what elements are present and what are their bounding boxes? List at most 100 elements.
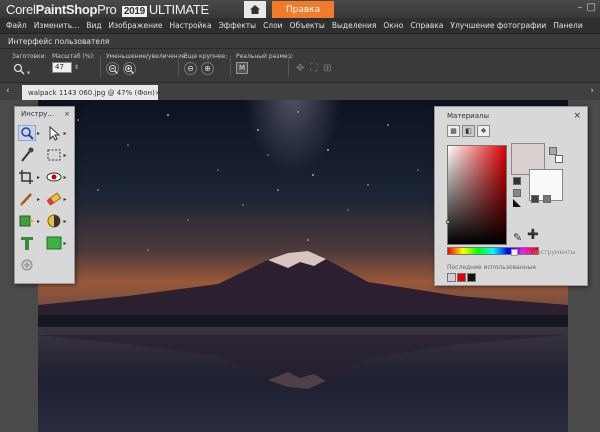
recent-color-swatch[interactable]: [447, 273, 456, 282]
reset-colors-icon[interactable]: [555, 155, 563, 163]
tools-palette-close-icon[interactable]: ×: [64, 110, 70, 118]
eye-icon: [46, 172, 61, 182]
rainbow-tab-icon[interactable]: ◧: [462, 125, 475, 137]
zoom-label: Масштаб (%):: [52, 53, 95, 60]
title-bar: CorelPaintShopPro 2019 ULTIMATE Правка – …: [0, 0, 600, 18]
menu-photo-enhance[interactable]: Улучшение фотографии: [450, 21, 546, 30]
frame-tab-icon[interactable]: ▦: [447, 125, 460, 137]
script-icon: [21, 259, 33, 271]
menu-objects[interactable]: Объекты: [290, 21, 325, 30]
crop-tool[interactable]: ▸: [18, 169, 45, 185]
tools-palette[interactable]: Инстру... × ▸ ▸ ▸ ▸ ▸ ▸ ▸ ▸ ▸ ▸: [14, 106, 75, 284]
all-tools-checkbox-box[interactable]: [511, 249, 518, 256]
separator: [100, 55, 101, 77]
presets-group: Заготовки: ▾: [12, 53, 47, 77]
dropper-icon: [21, 147, 34, 162]
actual-size-button[interactable]: M: [236, 62, 248, 74]
menu-palettes[interactable]: Панели: [553, 21, 582, 30]
transparent-toggle-icon[interactable]: [513, 199, 521, 207]
script-tool[interactable]: [18, 257, 45, 273]
rectangle-tool[interactable]: ▸: [45, 235, 72, 251]
materials-palette[interactable]: Материалы × ▦ ◧ ❖ ✎ ✚ Все инструменты По…: [434, 106, 588, 286]
text-tool[interactable]: [18, 235, 45, 251]
menu-file[interactable]: Файл: [6, 21, 27, 30]
brand-corel: Corel: [6, 1, 36, 17]
menu-help[interactable]: Справка: [410, 21, 443, 30]
zoom-preset-icon: [13, 63, 25, 75]
fit-window-icon[interactable]: ⛶: [310, 63, 317, 74]
separator: [230, 55, 231, 77]
rectangle-icon: [46, 236, 61, 250]
move-icon[interactable]: ✥: [296, 63, 304, 74]
dodge-tool[interactable]: ▸: [45, 213, 72, 229]
minimize-icon[interactable]: –: [578, 2, 583, 13]
materials-palette-header[interactable]: Материалы ×: [435, 107, 587, 125]
selection-icon: [47, 149, 60, 161]
maximize-icon[interactable]: □: [587, 2, 596, 13]
presets-button[interactable]: [12, 62, 25, 75]
separator: [178, 55, 179, 77]
home-tab[interactable]: [244, 1, 266, 18]
menu-edit[interactable]: Изменить...: [34, 21, 80, 30]
zoom-in-icon: [125, 64, 135, 74]
document-tab[interactable]: walpack 1143 060.jpg @ 47% (Фон) ×: [22, 85, 161, 100]
eraser-tool[interactable]: ▸: [45, 191, 72, 207]
recent-color-swatch[interactable]: [457, 273, 466, 282]
color-picker-cursor[interactable]: [446, 220, 450, 224]
materials-palette-close-icon[interactable]: ×: [573, 111, 581, 121]
bg-texture-icon[interactable]: [543, 195, 551, 203]
zoom-more-out-button[interactable]: ⊖: [184, 62, 197, 75]
tab-scroll-right-icon[interactable]: ›: [590, 86, 594, 96]
selection-tool[interactable]: ▸: [45, 147, 72, 163]
tool-options-bar: Заготовки: ▾ Масштаб (%): 47 ⇕ Уменьшени…: [0, 49, 600, 83]
menu-adjust[interactable]: Настройка: [169, 21, 211, 30]
menu-selections[interactable]: Выделения: [332, 21, 377, 30]
menu-view[interactable]: Вид: [86, 21, 101, 30]
bg-style-icon[interactable]: [531, 195, 539, 203]
menu-effects[interactable]: Эффекты: [219, 21, 257, 30]
menu-bar: Файл Изменить... Вид Изображение Настрой…: [0, 18, 600, 34]
materials-tabs: ▦ ◧ ❖: [447, 125, 490, 137]
zoom-in-button[interactable]: [122, 62, 136, 75]
clone-brush-tool[interactable]: ▸: [18, 191, 45, 207]
zoom-out-button[interactable]: [106, 62, 119, 75]
pick-tool[interactable]: ▸: [45, 125, 72, 141]
zoom-tool[interactable]: ▸: [18, 125, 45, 141]
menu-window[interactable]: Окно: [383, 21, 403, 30]
presets-label: Заготовки:: [12, 53, 47, 60]
tools-palette-header[interactable]: Инстру... ×: [15, 107, 74, 121]
fill-tool[interactable]: ▸: [18, 213, 45, 229]
recent-color-swatch[interactable]: [467, 273, 476, 282]
fg-texture-icon[interactable]: [513, 189, 521, 197]
separator: [288, 55, 289, 77]
color-picker-square[interactable]: [446, 145, 507, 245]
app-brand: CorelPaintShopPro 2019 ULTIMATE: [6, 2, 209, 17]
zoom-inout-group: Уменьшение/увеличение:: [106, 53, 187, 76]
tools-palette-title: Инстру...: [21, 110, 55, 118]
disabled-view-buttons: ✥ ⛶ ⊞: [296, 63, 332, 74]
add-swatch-icon[interactable]: ✚: [527, 227, 539, 243]
swap-colors-icon[interactable]: [549, 147, 557, 155]
recent-colors: [447, 273, 476, 282]
document-tab-close-icon[interactable]: ×: [155, 89, 161, 97]
eraser-icon: [46, 192, 61, 206]
zoom-input[interactable]: 47: [52, 62, 72, 73]
all-tools-checkbox[interactable]: Все инструменты: [511, 249, 575, 256]
window-controls: – □: [578, 2, 596, 13]
zoom-more-in-button[interactable]: ⊕: [200, 62, 214, 75]
tab-scroll-left-icon[interactable]: ‹: [6, 86, 10, 96]
fit-image-icon[interactable]: ⊞: [323, 63, 331, 74]
eyedropper-icon[interactable]: ✎: [513, 231, 522, 244]
menu-image[interactable]: Изображение: [109, 21, 163, 30]
recent-colors-label: Последние использованные: [447, 264, 537, 271]
dropper-tool[interactable]: [18, 147, 45, 163]
edit-tab[interactable]: Правка: [272, 1, 334, 18]
menu-layers[interactable]: Слои: [263, 21, 283, 30]
redeye-tool[interactable]: ▸: [45, 169, 72, 185]
crop-icon: [19, 170, 33, 184]
pick-tool-icon: [49, 125, 60, 141]
more-zoom-group: Еще крупнее: ⊖ ⊕: [184, 53, 227, 75]
swatches-tab-icon[interactable]: ❖: [477, 125, 490, 137]
more-zoom-label: Еще крупнее:: [184, 53, 228, 60]
fg-style-icon[interactable]: [513, 177, 521, 185]
